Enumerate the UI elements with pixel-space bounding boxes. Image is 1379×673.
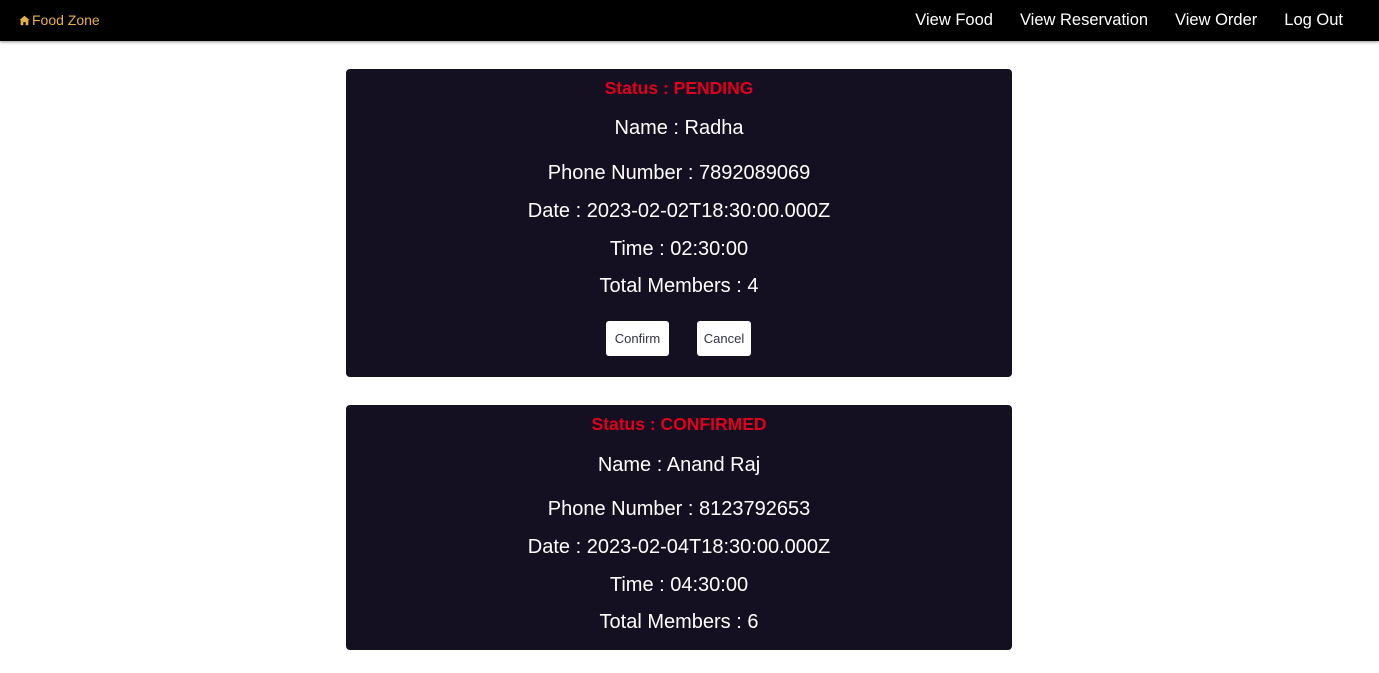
navbar: Food Zone View Food View Reservation Vie… (0, 0, 1379, 41)
home-icon (19, 15, 30, 25)
reservation-date: Date : 2023-02-02T18:30:00.000Z (527, 200, 831, 222)
confirm-button[interactable]: Confirm (606, 321, 669, 356)
nav-view-reservation[interactable]: View Reservation (1020, 11, 1148, 30)
brand-logo-link[interactable]: Food Zone (19, 11, 100, 29)
cancel-button[interactable]: Cancel (697, 321, 751, 356)
brand-label: Food Zone (32, 12, 100, 28)
reservation-name: Name : Anand Raj (597, 454, 761, 476)
reservation-time: Time : 04:30:00 (609, 574, 749, 596)
nav-links: View Food View Reservation View Order Lo… (888, 0, 1343, 41)
reservation-members: Total Members : 4 (599, 275, 759, 297)
reservation-members: Total Members : 6 (599, 611, 759, 633)
nav-view-order[interactable]: View Order (1175, 11, 1257, 30)
reservation-date: Date : 2023-02-04T18:30:00.000Z (527, 536, 831, 558)
reservation-status: Status : CONFIRMED (591, 414, 767, 434)
reservation-phone: Phone Number : 8123792653 (547, 498, 811, 520)
reservation-status: Status : PENDING (604, 78, 754, 98)
reservation-time: Time : 02:30:00 (609, 238, 749, 260)
reservation-card: Status : PENDING Name : Radha Phone Numb… (346, 69, 1012, 377)
reservation-phone: Phone Number : 7892089069 (547, 162, 811, 184)
nav-log-out[interactable]: Log Out (1284, 11, 1343, 30)
nav-view-food[interactable]: View Food (915, 11, 993, 30)
reservation-name: Name : Radha (614, 117, 744, 139)
reservation-card: Status : CONFIRMED Name : Anand Raj Phon… (346, 405, 1012, 650)
